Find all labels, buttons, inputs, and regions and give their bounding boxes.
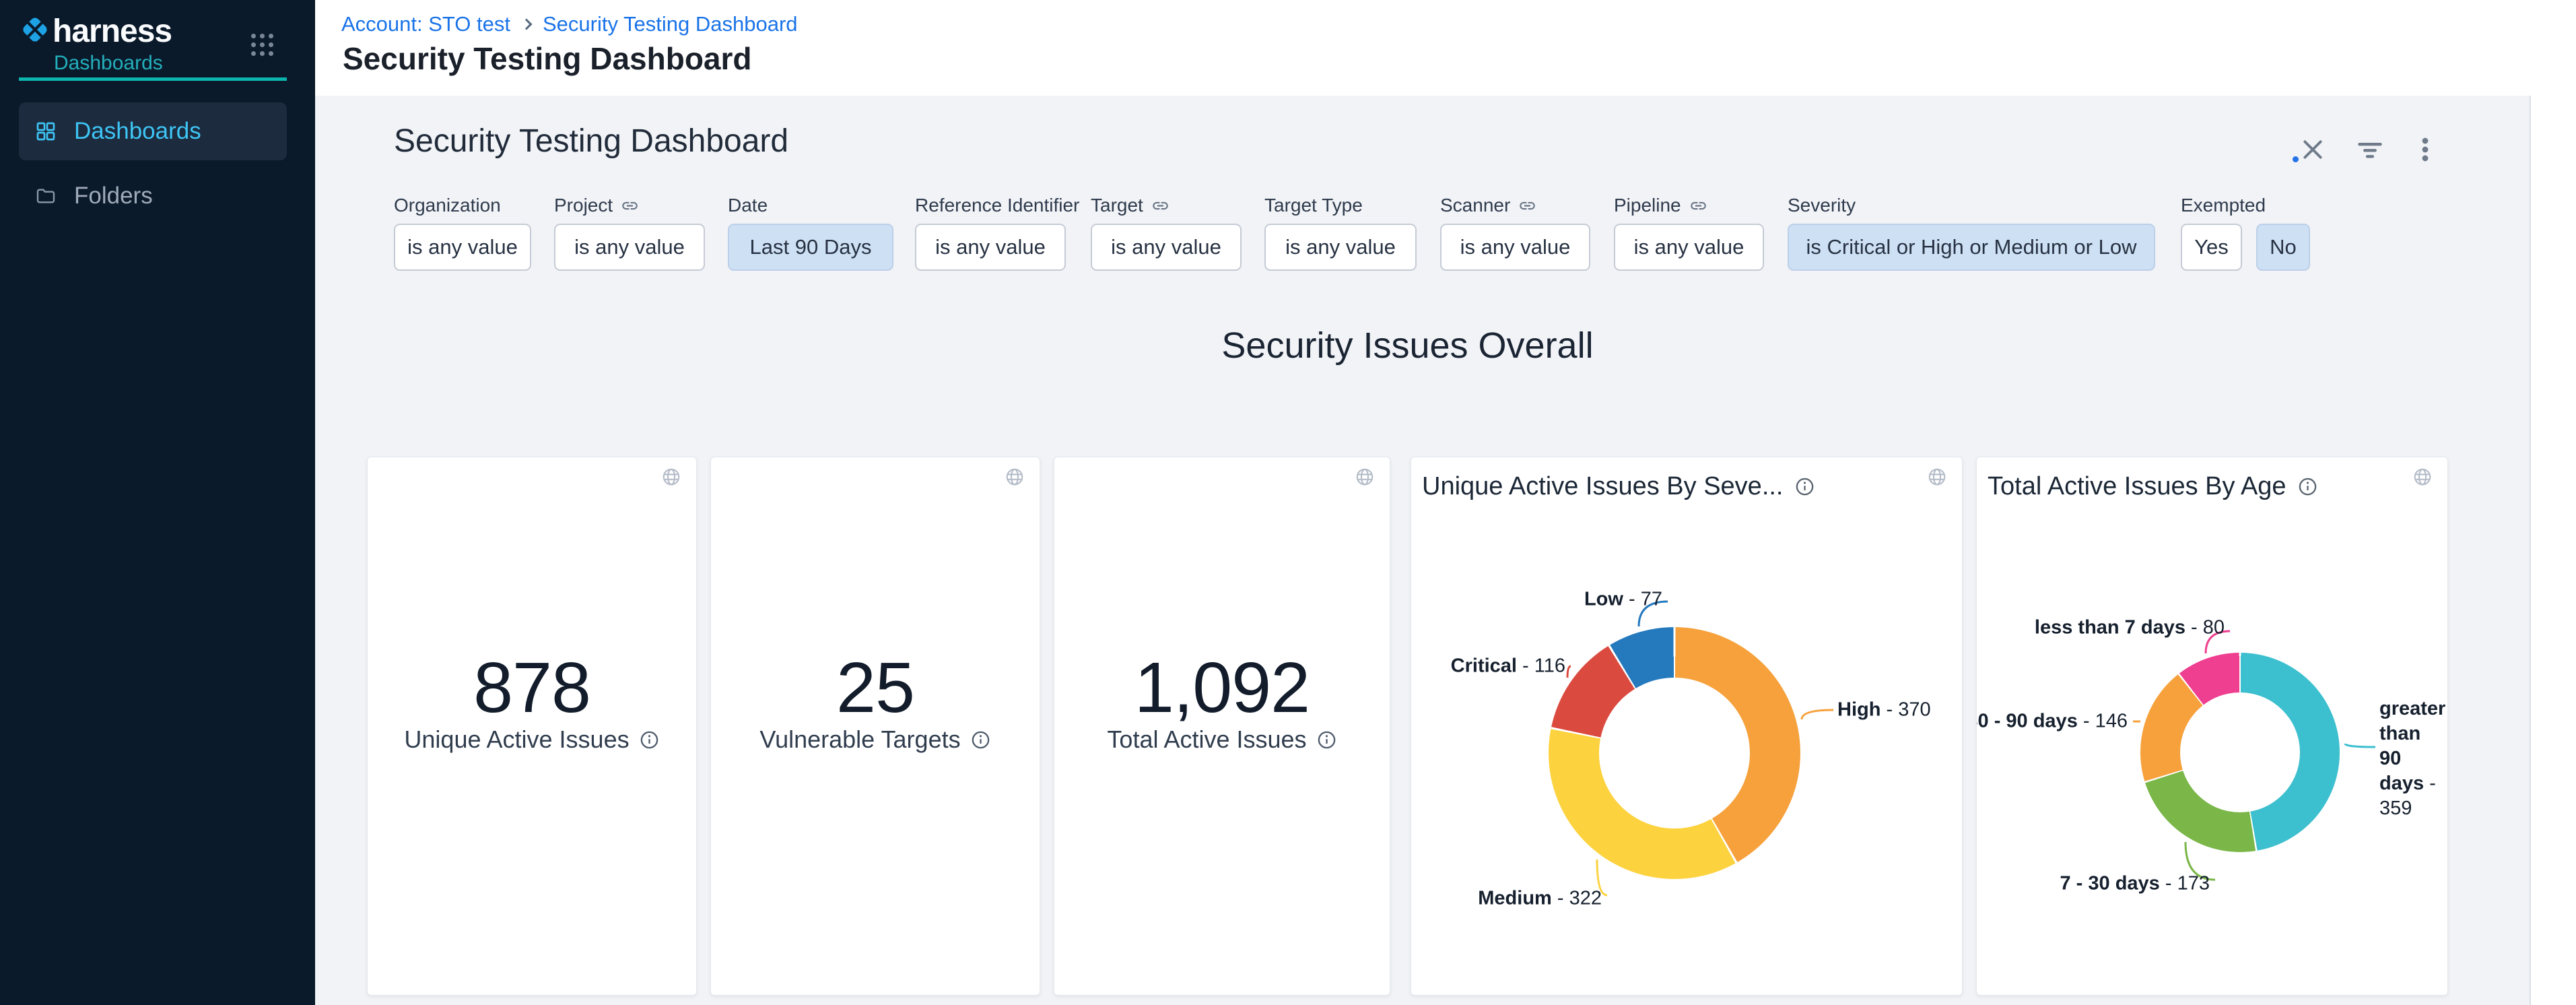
filter-label: Organization	[394, 195, 501, 216]
link-icon	[1151, 197, 1170, 215]
globe-icon	[1005, 467, 1025, 487]
filter-scanner: Scanner is any value	[1440, 194, 1590, 271]
sidebar: harness Dashboards Dashboards	[0, 0, 315, 1005]
chart-card-issues-by-age: Total Active Issues By Age greater than …	[1976, 457, 2448, 996]
filter-target: Target is any value	[1091, 194, 1242, 271]
brand-block[interactable]: harness Dashboards	[20, 14, 296, 75]
breadcrumb-account-link[interactable]: Account: STO test	[341, 12, 510, 36]
filter-exempted: Exempted Yes No	[2181, 194, 2310, 271]
link-icon	[621, 197, 639, 215]
filter-project: Project is any value	[554, 194, 705, 271]
breadcrumb-chevron-icon	[520, 19, 532, 30]
info-icon[interactable]	[1316, 730, 1337, 750]
filter-label: Date	[728, 195, 768, 216]
sidebar-item-dashboards[interactable]: Dashboards	[19, 102, 287, 160]
stat-label: Total Active Issues	[1107, 725, 1306, 754]
top-header: Account: STO test Security Testing Dashb…	[315, 0, 2576, 96]
blue-dot	[2293, 156, 2299, 162]
filter-chip[interactable]: is Critical or High or Medium or Low	[1788, 224, 2155, 271]
filter-reference-identifier: Reference Identifier is any value	[915, 194, 1079, 271]
donut-slice-label: Low - 77	[1584, 589, 1662, 611]
filter-label: Reference Identifier	[915, 195, 1079, 216]
folder-icon	[35, 185, 57, 207]
filter-chip[interactable]: is any value	[1264, 224, 1417, 271]
exempted-no-button[interactable]: No	[2256, 224, 2310, 271]
filter-label: Target	[1091, 195, 1143, 216]
stat-value: 25	[711, 647, 1040, 729]
donut-slice-label: Medium - 322	[1478, 888, 1602, 910]
app-root: harness Dashboards Dashboards	[0, 0, 2576, 1005]
module-name: Dashboards	[54, 52, 163, 75]
dashboard-panel-title: Security Testing Dashboard	[394, 123, 788, 160]
donut-ring[interactable]	[1549, 627, 1800, 879]
breadcrumb: Account: STO test Security Testing Dashb…	[341, 12, 798, 36]
stat-value: 878	[368, 647, 696, 729]
donut-slice-label: greater than 90 days - 359	[2379, 696, 2443, 821]
donut-ring[interactable]	[2140, 653, 2340, 852]
filter-label: Severity	[1788, 195, 1856, 216]
stat-card-vulnerable-targets: 25 Vulnerable Targets	[710, 457, 1040, 996]
filter-chip[interactable]: is any value	[554, 224, 705, 271]
filter-label: Scanner	[1440, 195, 1510, 216]
donut-chart-age[interactable]: greater than 90 days - 359 7 - 30 days - …	[1977, 457, 2447, 995]
info-icon[interactable]	[970, 730, 991, 750]
filter-chip[interactable]: is any value	[1440, 224, 1590, 271]
stat-card-unique-active-issues: 878 Unique Active Issues	[367, 457, 697, 996]
info-icon[interactable]	[639, 730, 660, 750]
close-icon[interactable]	[2298, 135, 2328, 164]
section-title: Security Issues Overall	[367, 325, 2448, 366]
filter-chip[interactable]: is any value	[394, 224, 531, 271]
stat-card-total-active-issues: 1,092 Total Active Issues	[1054, 457, 1390, 996]
donut-chart-severity[interactable]: High - 370 Medium - 322 Critical - 116 Low …	[1411, 457, 1962, 995]
dashboards-icon	[35, 121, 57, 142]
link-icon	[1689, 197, 1707, 215]
page-title: Security Testing Dashboard	[343, 40, 752, 77]
filter-chip[interactable]: is any value	[915, 224, 1066, 271]
filter-severity: Severity is Critical or High or Medium o…	[1788, 194, 2155, 271]
globe-icon	[661, 467, 681, 487]
sidebar-item-folders[interactable]: Folders	[19, 167, 287, 225]
filter-label: Target Type	[1264, 195, 1363, 216]
filter-label: Pipeline	[1614, 195, 1681, 216]
filter-chip[interactable]: is any value	[1091, 224, 1242, 271]
donut-slice-label: 7 - 30 days - 173	[2060, 873, 2210, 895]
app-grid-icon[interactable]	[251, 34, 274, 57]
filter-target-type: Target Type is any value	[1264, 194, 1417, 271]
filter-organization: Organization is any value	[394, 194, 531, 271]
filter-pipeline: Pipeline is any value	[1614, 194, 1764, 271]
donut-slice-label: less than 7 days - 80	[2035, 617, 2225, 639]
donut-slice-label: Critical - 116	[1451, 655, 1565, 678]
filter-label: Exempted	[2181, 195, 2266, 216]
stat-label: Unique Active Issues	[404, 725, 629, 754]
sidebar-item-label: Folders	[74, 183, 153, 209]
breadcrumb-page-link[interactable]: Security Testing Dashboard	[543, 12, 798, 36]
kebab-menu-icon[interactable]	[2410, 135, 2440, 164]
dashboard-content: Security Testing Dashboard Organization …	[315, 96, 2576, 1005]
donut-slice-label: High - 370	[1837, 699, 1931, 721]
harness-logo-icon	[20, 14, 50, 45]
scrollbar-track[interactable]	[2530, 96, 2576, 1005]
module-underline	[19, 77, 287, 81]
sidebar-item-label: Dashboards	[74, 118, 201, 145]
donut-hole	[2180, 692, 2300, 812]
exempted-yes-button[interactable]: Yes	[2181, 224, 2242, 271]
filter-chip[interactable]: Last 90 Days	[728, 224, 893, 271]
link-icon	[1518, 197, 1536, 215]
donut-hole	[1599, 678, 1750, 829]
chart-card-issues-by-severity: Unique Active Issues By Seve... High - 3…	[1411, 457, 1963, 996]
brand-name: harness	[53, 13, 172, 50]
globe-icon	[1355, 467, 1375, 487]
stat-label: Vulnerable Targets	[759, 725, 960, 754]
filter-date: Date Last 90 Days	[728, 194, 893, 271]
stat-value: 1,092	[1054, 647, 1390, 729]
filter-label: Project	[554, 195, 613, 216]
donut-slice-label: 30 - 90 days - 146	[1977, 711, 2128, 733]
filter-chip[interactable]: is any value	[1614, 224, 1764, 271]
filter-icon[interactable]	[2355, 135, 2385, 164]
